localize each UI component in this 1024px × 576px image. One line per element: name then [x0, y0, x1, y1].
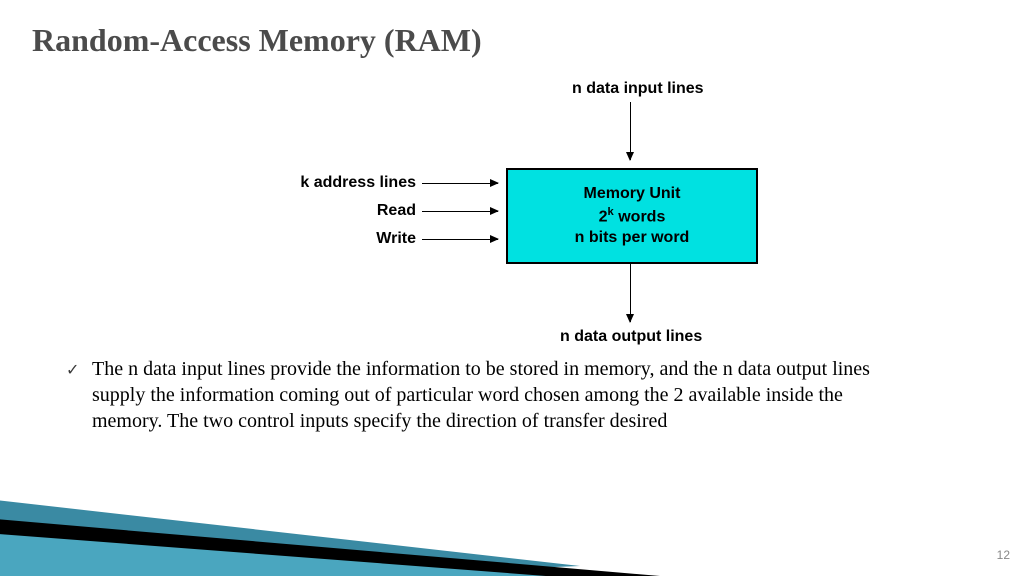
- arrow-address: [422, 183, 498, 184]
- label-data-out: n data output lines: [560, 328, 702, 346]
- label-address: k address lines: [300, 174, 416, 192]
- page-number: 12: [997, 548, 1010, 562]
- bullet-check-icon: ✓: [66, 360, 79, 380]
- page-title: Random-Access Memory (RAM): [32, 22, 482, 59]
- box-line2-suffix: words: [614, 208, 666, 225]
- box-line3: n bits per word: [575, 229, 690, 246]
- memory-unit-box: Memory Unit 2k words n bits per word: [506, 168, 758, 264]
- label-write: Write: [376, 230, 416, 248]
- label-read: Read: [377, 202, 416, 220]
- box-line1: Memory Unit: [584, 185, 681, 202]
- arrow-read: [422, 211, 498, 212]
- arrow-data-in: [630, 102, 631, 160]
- ram-block-diagram: n data input lines k address lines Read …: [310, 80, 830, 340]
- body-paragraph: The n data input lines provide the infor…: [92, 356, 912, 434]
- arrow-write: [422, 239, 498, 240]
- box-line2-prefix: 2: [599, 208, 608, 225]
- label-data-in: n data input lines: [572, 80, 704, 98]
- decorative-swoosh: [0, 436, 680, 576]
- arrow-data-out: [630, 264, 631, 322]
